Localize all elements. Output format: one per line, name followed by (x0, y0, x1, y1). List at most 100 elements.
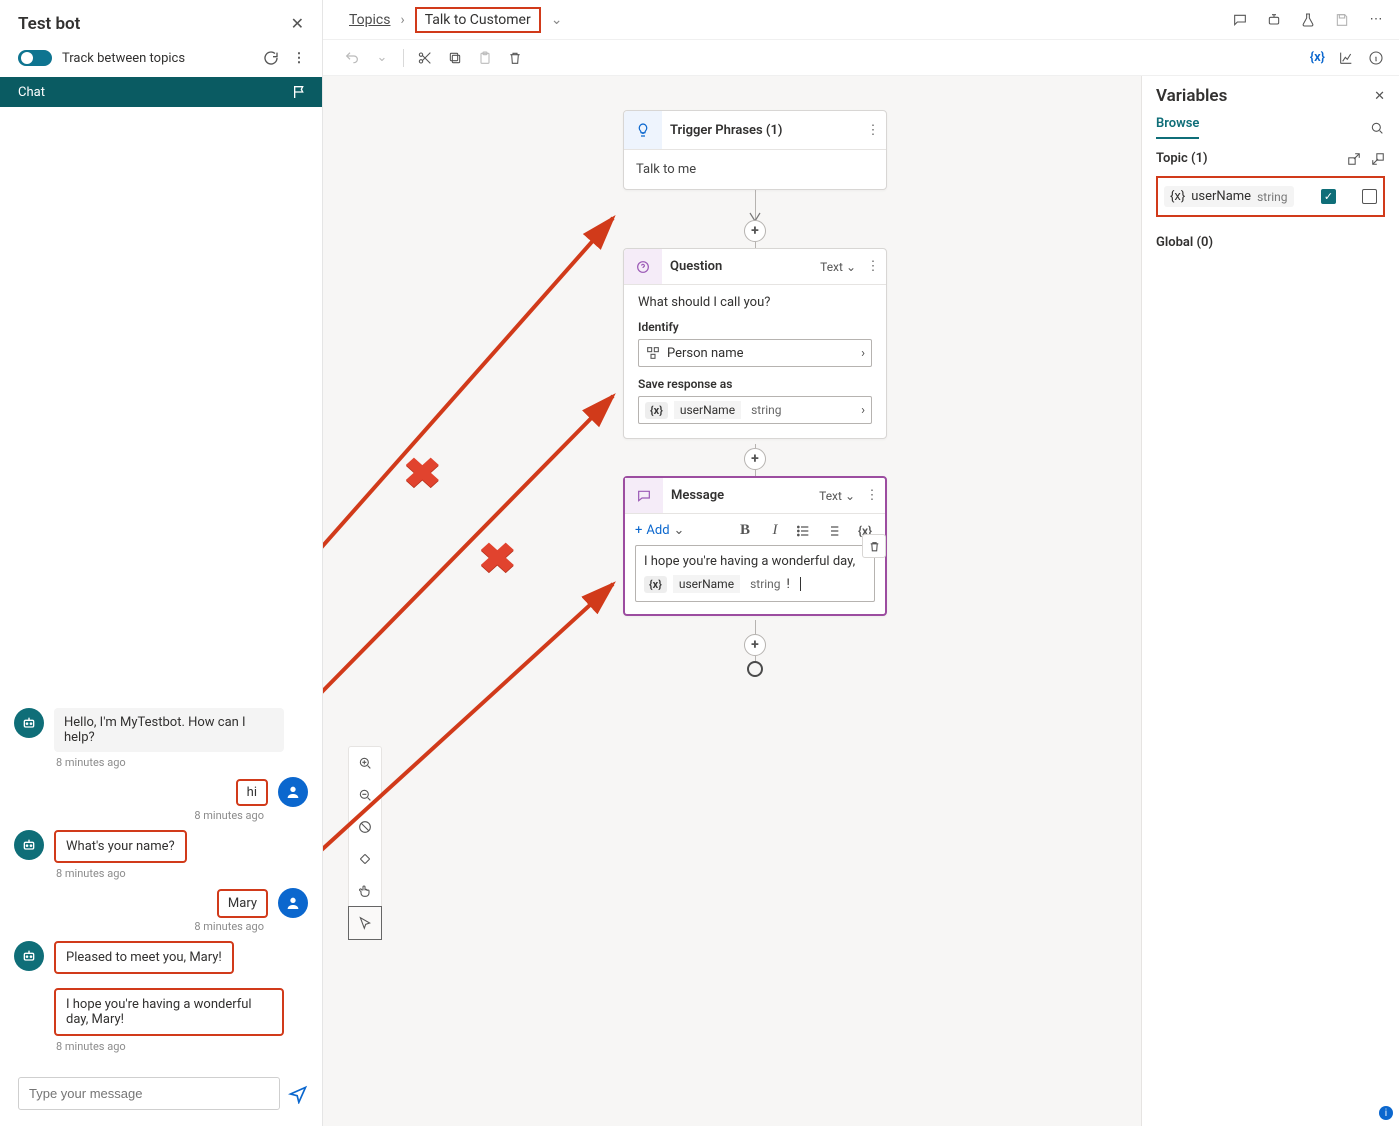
chat-tab-label: Chat (18, 85, 45, 100)
message-title: Message (663, 488, 819, 503)
variable-token-icon: {x} (1170, 189, 1185, 204)
bot-avatar (14, 830, 44, 860)
timestamp: 8 minutes ago (56, 867, 308, 880)
info-icon[interactable] (1367, 49, 1385, 67)
user-avatar (278, 777, 308, 807)
refresh-icon[interactable] (262, 49, 280, 67)
question-node[interactable]: Question Text ⌄ ⋮ What should I call you… (623, 248, 887, 439)
zoom-toolbar (348, 746, 382, 940)
save-icon[interactable] (1333, 11, 1351, 29)
copy-icon[interactable] (446, 49, 464, 67)
variable-row[interactable]: {x} userName string ✓ (1164, 186, 1377, 207)
add-node-button[interactable]: + (744, 634, 766, 656)
delete-icon[interactable] (506, 49, 524, 67)
variable-token-icon: {x} (644, 576, 667, 593)
track-label: Track between topics (62, 51, 185, 66)
bot-icon[interactable] (1265, 11, 1283, 29)
chevron-right-icon: › (400, 12, 404, 28)
add-button[interactable]: + Add ⌄ (635, 523, 684, 538)
variables-title: Variables (1156, 86, 1227, 106)
receive-header-icon (1347, 152, 1361, 166)
flag-icon[interactable] (292, 84, 308, 100)
question-prompt: What should I call you? (638, 295, 872, 310)
breadcrumb-current: Talk to Customer (415, 7, 541, 33)
authoring-canvas: Topics › Talk to Customer ⌄ ⋯ ⌄ (323, 0, 1399, 1126)
zoom-out-icon[interactable] (349, 779, 381, 811)
select-icon[interactable] (349, 907, 381, 939)
identify-field[interactable]: Person name › (638, 339, 872, 367)
message-type-selector[interactable]: Text ⌄ (819, 489, 855, 503)
return-checkbox[interactable] (1362, 189, 1377, 204)
save-label: Save response as (638, 377, 872, 391)
message-editor[interactable]: I hope you're having a wonderful day, {x… (635, 545, 875, 602)
search-icon[interactable] (1369, 120, 1385, 136)
bot-avatar (14, 941, 44, 971)
chevron-down-icon[interactable]: ⌄ (551, 12, 563, 28)
number-list-icon[interactable] (825, 523, 845, 539)
timestamp: 8 minutes ago (56, 756, 308, 769)
question-icon (624, 249, 662, 284)
save-variable-field[interactable]: {x} userName string › (638, 396, 872, 424)
more-icon[interactable]: ⋮ (860, 123, 886, 138)
test-bot-panel: Test bot ✕ Track between topics ⋮ Chat (0, 0, 323, 1126)
send-icon[interactable] (288, 1084, 308, 1104)
bot-message: What's your name? (54, 830, 187, 863)
cut-icon[interactable] (416, 49, 434, 67)
lightbulb-icon (624, 111, 662, 149)
receive-checkbox[interactable]: ✓ (1321, 189, 1336, 204)
bullet-list-icon[interactable] (795, 523, 815, 539)
italic-icon[interactable]: I (765, 522, 785, 539)
tab-browse[interactable]: Browse (1156, 116, 1199, 139)
bot-message: I hope you're having a wonderful day, Ma… (54, 988, 284, 1036)
chevron-down-icon[interactable]: ⌄ (373, 49, 391, 67)
message-text: I hope you're having a wonderful day, (644, 554, 866, 569)
trigger-title: Trigger Phrases (1) (662, 123, 860, 138)
user-message: hi (236, 779, 268, 806)
track-toggle[interactable] (18, 50, 52, 66)
timestamp: 8 minutes ago (14, 809, 264, 822)
variables-panel: Variables ✕ Browse Topic (1) (1141, 76, 1399, 1126)
message-node[interactable]: Message Text ⌄ ⋮ + Add ⌄ B I {x} (623, 476, 887, 616)
chevron-right-icon: › (861, 346, 865, 361)
undo-icon[interactable] (343, 49, 361, 67)
more-icon[interactable]: ⋮ (860, 259, 886, 274)
delete-message-button[interactable] (862, 534, 886, 558)
test-bot-close-button[interactable]: ✕ (287, 10, 308, 37)
topic-section-label: Topic (1) (1156, 151, 1208, 166)
pan-icon[interactable] (349, 875, 381, 907)
paste-icon[interactable] (476, 49, 494, 67)
message-icon (625, 478, 663, 513)
variables-toolbar-icon[interactable]: {x} (1310, 50, 1325, 65)
question-type-selector[interactable]: Text ⌄ (820, 260, 856, 274)
info-dot-icon[interactable]: i (1379, 1106, 1393, 1120)
close-icon[interactable]: ✕ (1374, 89, 1385, 104)
recenter-icon[interactable] (349, 843, 381, 875)
beaker-icon[interactable] (1299, 11, 1317, 29)
add-node-button[interactable]: + (744, 220, 766, 242)
zoom-in-icon[interactable] (349, 747, 381, 779)
bot-message: Hello, I'm MyTestbot. How can I help? (54, 708, 284, 752)
breadcrumb-root-link[interactable]: Topics (349, 12, 390, 28)
user-avatar (278, 888, 308, 918)
more-icon[interactable]: ⋮ (290, 49, 308, 67)
fit-icon[interactable] (349, 811, 381, 843)
annotation-x-icon: ✖ (403, 449, 442, 499)
return-header-icon (1371, 152, 1385, 166)
end-node-icon (747, 661, 763, 677)
bold-icon[interactable]: B (735, 522, 755, 539)
add-node-button[interactable]: + (744, 448, 766, 470)
more-icon[interactable]: ⋮ (859, 488, 885, 503)
bot-message: Pleased to meet you, Mary! (54, 941, 234, 974)
test-bot-title: Test bot (18, 14, 80, 34)
timestamp: 8 minutes ago (14, 920, 264, 933)
more-icon[interactable]: ⋯ (1367, 11, 1385, 29)
comment-icon[interactable] (1231, 11, 1249, 29)
identify-label: Identify (638, 320, 872, 334)
trigger-node[interactable]: Trigger Phrases (1) ⋮ Talk to me (623, 110, 887, 190)
chat-input[interactable] (18, 1077, 280, 1110)
timestamp: 8 minutes ago (56, 1040, 308, 1053)
user-message: Mary (217, 889, 268, 918)
trigger-phrase: Talk to me (624, 149, 886, 189)
analytics-icon[interactable] (1337, 49, 1355, 67)
entity-icon (645, 345, 661, 361)
